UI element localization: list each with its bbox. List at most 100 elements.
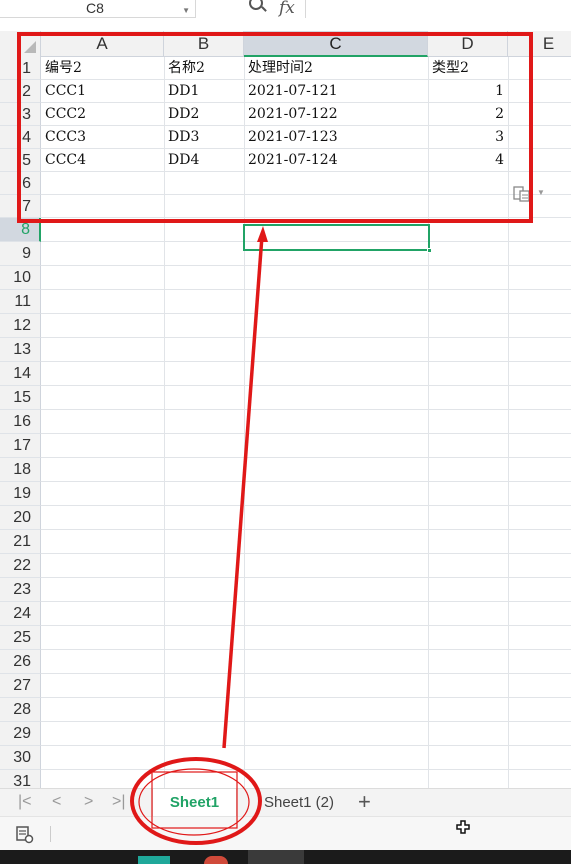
row-header-11[interactable]: 11 — [0, 290, 41, 314]
cell-c1[interactable]: 处理时间2 — [248, 57, 428, 80]
cell-d3[interactable]: 2 — [432, 103, 508, 126]
active-cell-c8[interactable] — [243, 224, 432, 253]
row-header-31[interactable]: 31 — [0, 770, 41, 788]
next-sheet-icon[interactable]: > — [84, 793, 93, 811]
row-gridline — [41, 385, 571, 386]
column-header-c[interactable]: C — [244, 31, 428, 57]
tab-sheet1-2[interactable]: Sheet1 (2) — [254, 789, 344, 817]
row-gridline — [41, 601, 571, 602]
row-header-7[interactable]: 7 — [0, 195, 41, 218]
row-gridline — [41, 194, 571, 195]
status-bar — [0, 816, 571, 850]
row-gridline — [41, 217, 571, 218]
row-header-23[interactable]: 23 — [0, 578, 41, 602]
row-gridline — [41, 481, 571, 482]
row-header-20[interactable]: 20 — [0, 506, 41, 530]
chevron-down-icon[interactable]: ▼ — [182, 3, 190, 19]
tab-sheet1[interactable]: Sheet1 — [152, 789, 237, 817]
row-header-27[interactable]: 27 — [0, 674, 41, 698]
row-gridline — [41, 649, 571, 650]
column-header-row: A B C D E — [0, 31, 571, 57]
cell-b5[interactable]: DD4 — [168, 149, 244, 172]
row-header-5[interactable]: 5 — [0, 149, 41, 172]
row-header-15[interactable]: 15 — [0, 386, 41, 410]
row-header-25[interactable]: 25 — [0, 626, 41, 650]
row-gridline — [41, 505, 571, 506]
select-all-triangle-icon — [24, 41, 36, 53]
row-gridline — [41, 697, 571, 698]
row-gridline — [41, 769, 571, 770]
row-header-16[interactable]: 16 — [0, 410, 41, 434]
row-header-19[interactable]: 19 — [0, 482, 41, 506]
row-header-29[interactable]: 29 — [0, 722, 41, 746]
macro-record-icon[interactable] — [14, 824, 34, 844]
cell-a3[interactable]: CCC2 — [45, 103, 164, 126]
column-gridline — [508, 57, 509, 788]
cell-a1[interactable]: 编号2 — [45, 57, 164, 80]
row-header-3[interactable]: 3 — [0, 103, 41, 126]
cell-b3[interactable]: DD2 — [168, 103, 244, 126]
row-header-6[interactable]: 6 — [0, 172, 41, 195]
fx-icon[interactable]: fx — [279, 0, 295, 18]
cell-b4[interactable]: DD3 — [168, 126, 244, 149]
row-header-12[interactable]: 12 — [0, 314, 41, 338]
cell-b2[interactable]: DD1 — [168, 80, 244, 103]
cell-d5[interactable]: 4 — [432, 149, 508, 172]
column-gridline — [164, 57, 165, 788]
row-gridline — [41, 313, 571, 314]
row-header-2[interactable]: 2 — [0, 80, 41, 103]
cell-c3[interactable]: 2021-07-122 — [248, 103, 428, 126]
taskbar-app-icon[interactable] — [248, 850, 304, 864]
row-gridline — [41, 577, 571, 578]
plus-icon[interactable]: + — [358, 789, 371, 815]
cell-a4[interactable]: CCC3 — [45, 126, 164, 149]
sheet-tab-bar: |< < > >| Sheet1 Sheet1 (2) + — [0, 788, 571, 817]
taskbar-app-icon[interactable] — [204, 856, 228, 864]
row-header-9[interactable]: 9 — [0, 242, 41, 266]
name-box-value: C8 — [86, 0, 104, 16]
row-header-13[interactable]: 13 — [0, 338, 41, 362]
cell-a5[interactable]: CCC4 — [45, 149, 164, 172]
spreadsheet-grid[interactable]: A B C D E 1 编号2 名称2 处理时间2 类型2 2 CCC1 DD1 2021-07… — [0, 31, 571, 788]
prev-sheet-icon[interactable]: < — [52, 793, 61, 811]
row-header-24[interactable]: 24 — [0, 602, 41, 626]
zoom-icon[interactable] — [249, 0, 263, 10]
row-header-1[interactable]: 1 — [0, 57, 41, 80]
paste-options-icon — [513, 186, 530, 202]
cell-d4[interactable]: 3 — [432, 126, 508, 149]
row-header-18[interactable]: 18 — [0, 458, 41, 482]
row-header-10[interactable]: 10 — [0, 266, 41, 290]
column-header-a[interactable]: A — [41, 31, 164, 57]
row-gridline — [41, 625, 571, 626]
row-header-26[interactable]: 26 — [0, 650, 41, 674]
column-header-b[interactable]: B — [164, 31, 244, 57]
row-header-4[interactable]: 4 — [0, 126, 41, 149]
taskbar-app-icon[interactable] — [138, 856, 170, 864]
row-header-28[interactable]: 28 — [0, 698, 41, 722]
row-header-22[interactable]: 22 — [0, 554, 41, 578]
cell-c4[interactable]: 2021-07-123 — [248, 126, 428, 149]
row-gridline — [41, 457, 571, 458]
row-gridline — [41, 337, 571, 338]
row-gridline — [41, 433, 571, 434]
row-gridline — [41, 553, 571, 554]
name-box[interactable]: C8 ▼ — [0, 0, 196, 18]
last-sheet-icon[interactable]: >| — [112, 793, 126, 811]
select-all-corner[interactable] — [0, 31, 41, 57]
cell-c2[interactable]: 2021-07-121 — [248, 80, 428, 103]
row-header-14[interactable]: 14 — [0, 362, 41, 386]
cell-d2[interactable]: 1 — [432, 80, 508, 103]
cell-b1[interactable]: 名称2 — [168, 57, 244, 80]
cell-a2[interactable]: CCC1 — [45, 80, 164, 103]
cell-d1[interactable]: 类型2 — [432, 57, 508, 80]
cell-c5[interactable]: 2021-07-124 — [248, 149, 428, 172]
column-header-d[interactable]: D — [428, 31, 508, 57]
paste-options-button[interactable]: ▼ — [513, 186, 545, 204]
fill-handle[interactable] — [427, 248, 432, 253]
column-header-e[interactable]: E — [508, 31, 571, 57]
row-header-21[interactable]: 21 — [0, 530, 41, 554]
first-sheet-icon[interactable]: |< — [18, 793, 32, 811]
row-header-17[interactable]: 17 — [0, 434, 41, 458]
row-header-30[interactable]: 30 — [0, 746, 41, 770]
row-header-8[interactable]: 8 — [0, 218, 41, 242]
